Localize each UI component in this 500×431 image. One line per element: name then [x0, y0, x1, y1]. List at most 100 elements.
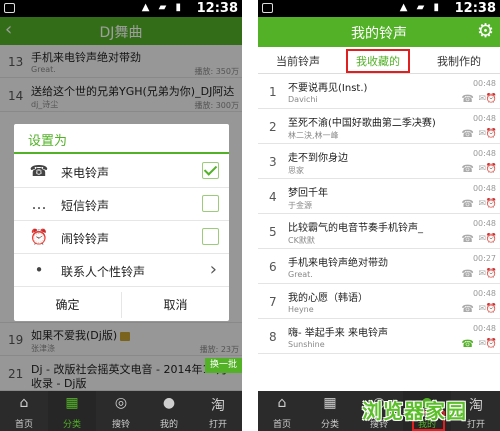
phone-icon[interactable]: ☎	[462, 339, 474, 350]
tab-my-creations[interactable]: 我制作的	[419, 53, 499, 69]
tab-label: 我的	[159, 420, 178, 430]
gear-icon[interactable]: ⚙	[477, 20, 494, 42]
song-title: 手机来电铃声绝对带劲	[288, 258, 388, 269]
dialog-title: 设置为	[28, 134, 68, 149]
phone-icon[interactable]: ☎	[462, 164, 474, 175]
option-contact-ringtone[interactable]: • 联系人个性铃声 ›	[14, 254, 229, 287]
song-title: 走不到你身边	[288, 153, 348, 164]
tab-home[interactable]: ⌂ 首页	[0, 391, 48, 431]
status-bar: ▲ ▰ ▮ 12:38	[258, 0, 500, 17]
song-duration: 00:48	[472, 324, 496, 333]
tab-label: 首页	[272, 420, 291, 430]
tab-category[interactable]: ▦ 分类	[48, 391, 96, 431]
tab-category[interactable]: ▦ 分类	[306, 391, 354, 431]
tab-current-ringtone[interactable]: 当前铃声	[258, 53, 338, 69]
clock-icon[interactable]: ⏰	[486, 199, 497, 209]
clock-icon[interactable]: ⏰	[486, 164, 497, 174]
favorite-song-row[interactable]: 7 我的心愿（韩语） Heyne 00:48 ☎ ✉ ⏰	[258, 285, 500, 319]
song-number: 5	[269, 225, 277, 239]
phone-icon[interactable]: ☎	[462, 234, 474, 245]
alarm-ringtone-checkbox[interactable]	[202, 228, 219, 245]
search-bell-icon: ◎	[114, 395, 128, 411]
favorite-song-row[interactable]: 8 嗨- 举起手来 来电铃声 Sunshine 00:48 ☎ ✉ ⏰	[258, 320, 500, 354]
favorite-song-row[interactable]: 2 至死不渝(中国好歌曲第二季决赛) 林二決,林一峰 00:48 ☎ ✉ ⏰	[258, 110, 500, 144]
tab-open[interactable]: 淘 打开	[194, 391, 242, 431]
phone-icon[interactable]: ☎	[462, 129, 474, 140]
song-number: 6	[269, 260, 277, 274]
phone-icon[interactable]: ☎	[462, 94, 474, 105]
right-phone-screen: ▲ ▰ ▮ 12:38 我的铃声 ⚙ 当前铃声 我收藏的 我制作的 1 不要说再见…	[258, 0, 500, 431]
song-title: 比较霸气的电音节奏手机铃声_	[288, 223, 423, 234]
song-singer: Davichi	[288, 95, 318, 104]
clock-icon[interactable]: ⏰	[486, 129, 497, 139]
song-singer: CK默默	[288, 236, 315, 245]
option-label: 闹铃铃声	[61, 232, 110, 246]
tab-label: 首页	[14, 420, 33, 430]
favorite-song-row[interactable]: 5 比较霸气的电音节奏手机铃声_ CK默默 00:48 ☎ ✉ ⏰	[258, 215, 500, 249]
song-number: 1	[269, 85, 277, 99]
notification-icon	[262, 3, 273, 13]
option-label: 联系人个性铃声	[61, 265, 146, 279]
tab-label: 打开	[208, 420, 227, 430]
taobao-icon: 淘	[211, 398, 225, 414]
favorite-song-row[interactable]: 6 手机来电铃声绝对带劲 Great. 00:27 ☎ ✉ ⏰	[258, 250, 500, 284]
home-icon: ⌂	[277, 395, 287, 411]
song-duration: 00:48	[472, 114, 496, 123]
message-bubble-icon: …	[31, 195, 47, 213]
song-duration: 00:48	[472, 219, 496, 228]
song-duration: 00:48	[472, 289, 496, 298]
highlight-box	[346, 49, 410, 73]
status-time: 12:38	[454, 1, 496, 16]
option-call-ringtone[interactable]: ☎ 来电铃声	[14, 155, 229, 188]
phone-icon[interactable]: ☎	[462, 269, 474, 280]
song-singer: Heyne	[288, 305, 314, 314]
clock-icon[interactable]: ⏰	[486, 234, 497, 244]
call-ringtone-checkbox[interactable]	[202, 162, 219, 179]
bottom-tab-bar: ⌂ 首页 ▦ 分类 ◎ 搜铃 ● 我的 淘 打开	[0, 391, 242, 431]
phone-icon[interactable]: ☎	[462, 304, 474, 315]
chevron-right-icon: ›	[209, 259, 217, 280]
site-watermark: 浏览器家园	[352, 387, 500, 431]
tab-mine[interactable]: ● 我的	[145, 391, 193, 431]
confirm-button[interactable]: 确定	[14, 296, 121, 318]
song-singer: 于金源	[288, 201, 312, 210]
song-duration: 00:48	[472, 184, 496, 193]
dialog-title-divider	[14, 152, 229, 154]
option-sms-ringtone[interactable]: … 短信铃声	[14, 188, 229, 221]
status-bar: ▲ ▰ ▮ 12:38	[0, 0, 242, 17]
clock-icon[interactable]: ⏰	[486, 339, 497, 349]
signal-battery-icons: ▲ ▰ ▮	[141, 2, 184, 13]
song-singer: Great.	[288, 270, 313, 279]
tab-home[interactable]: ⌂ 首页	[258, 391, 306, 431]
song-number: 8	[269, 330, 277, 344]
tab-search[interactable]: ◎ 搜铃	[97, 391, 145, 431]
favorite-song-row[interactable]: 4 梦回千年 于金源 00:48 ☎ ✉ ⏰	[258, 180, 500, 214]
song-duration: 00:48	[472, 79, 496, 88]
app-header: 我的铃声 ⚙	[258, 17, 500, 47]
option-alarm-ringtone[interactable]: ⏰ 闹铃铃声	[14, 221, 229, 254]
signal-battery-icons: ▲ ▰ ▮	[399, 2, 442, 13]
song-number: 2	[269, 120, 277, 134]
user-icon: ●	[162, 395, 176, 411]
status-time: 12:38	[196, 1, 238, 16]
page-title: 我的铃声	[351, 26, 407, 42]
sms-ringtone-checkbox[interactable]	[202, 195, 219, 212]
clock-icon[interactable]: ⏰	[486, 304, 497, 314]
tab-label: 分类	[62, 420, 81, 430]
song-singer: Sunshine	[288, 340, 325, 349]
favorite-song-row[interactable]: 3 走不到你身边 思家 00:48 ☎ ✉ ⏰	[258, 145, 500, 179]
cancel-button[interactable]: 取消	[122, 296, 229, 318]
grid-icon: ▦	[323, 395, 337, 411]
change-batch-button[interactable]: 换一批	[205, 358, 242, 373]
favorite-song-row[interactable]: 1 不要说再见(Inst.) Davichi 00:48 ☎ ✉ ⏰	[258, 75, 500, 109]
left-phone-screen: ▲ ▰ ▮ 12:38 ‹ DJ舞曲 13 手机来电铃声绝对带劲 Great. …	[0, 0, 242, 431]
clock-icon[interactable]: ⏰	[486, 94, 497, 104]
home-icon: ⌂	[19, 395, 29, 411]
grid-icon: ▦	[65, 395, 79, 411]
phone-icon[interactable]: ☎	[462, 199, 474, 210]
contact-person-icon: •	[34, 261, 44, 279]
clock-icon[interactable]: ⏰	[486, 269, 497, 279]
song-singer: 思家	[288, 166, 304, 175]
phone-icon: ☎	[29, 162, 49, 180]
song-duration: 00:27	[472, 254, 496, 263]
